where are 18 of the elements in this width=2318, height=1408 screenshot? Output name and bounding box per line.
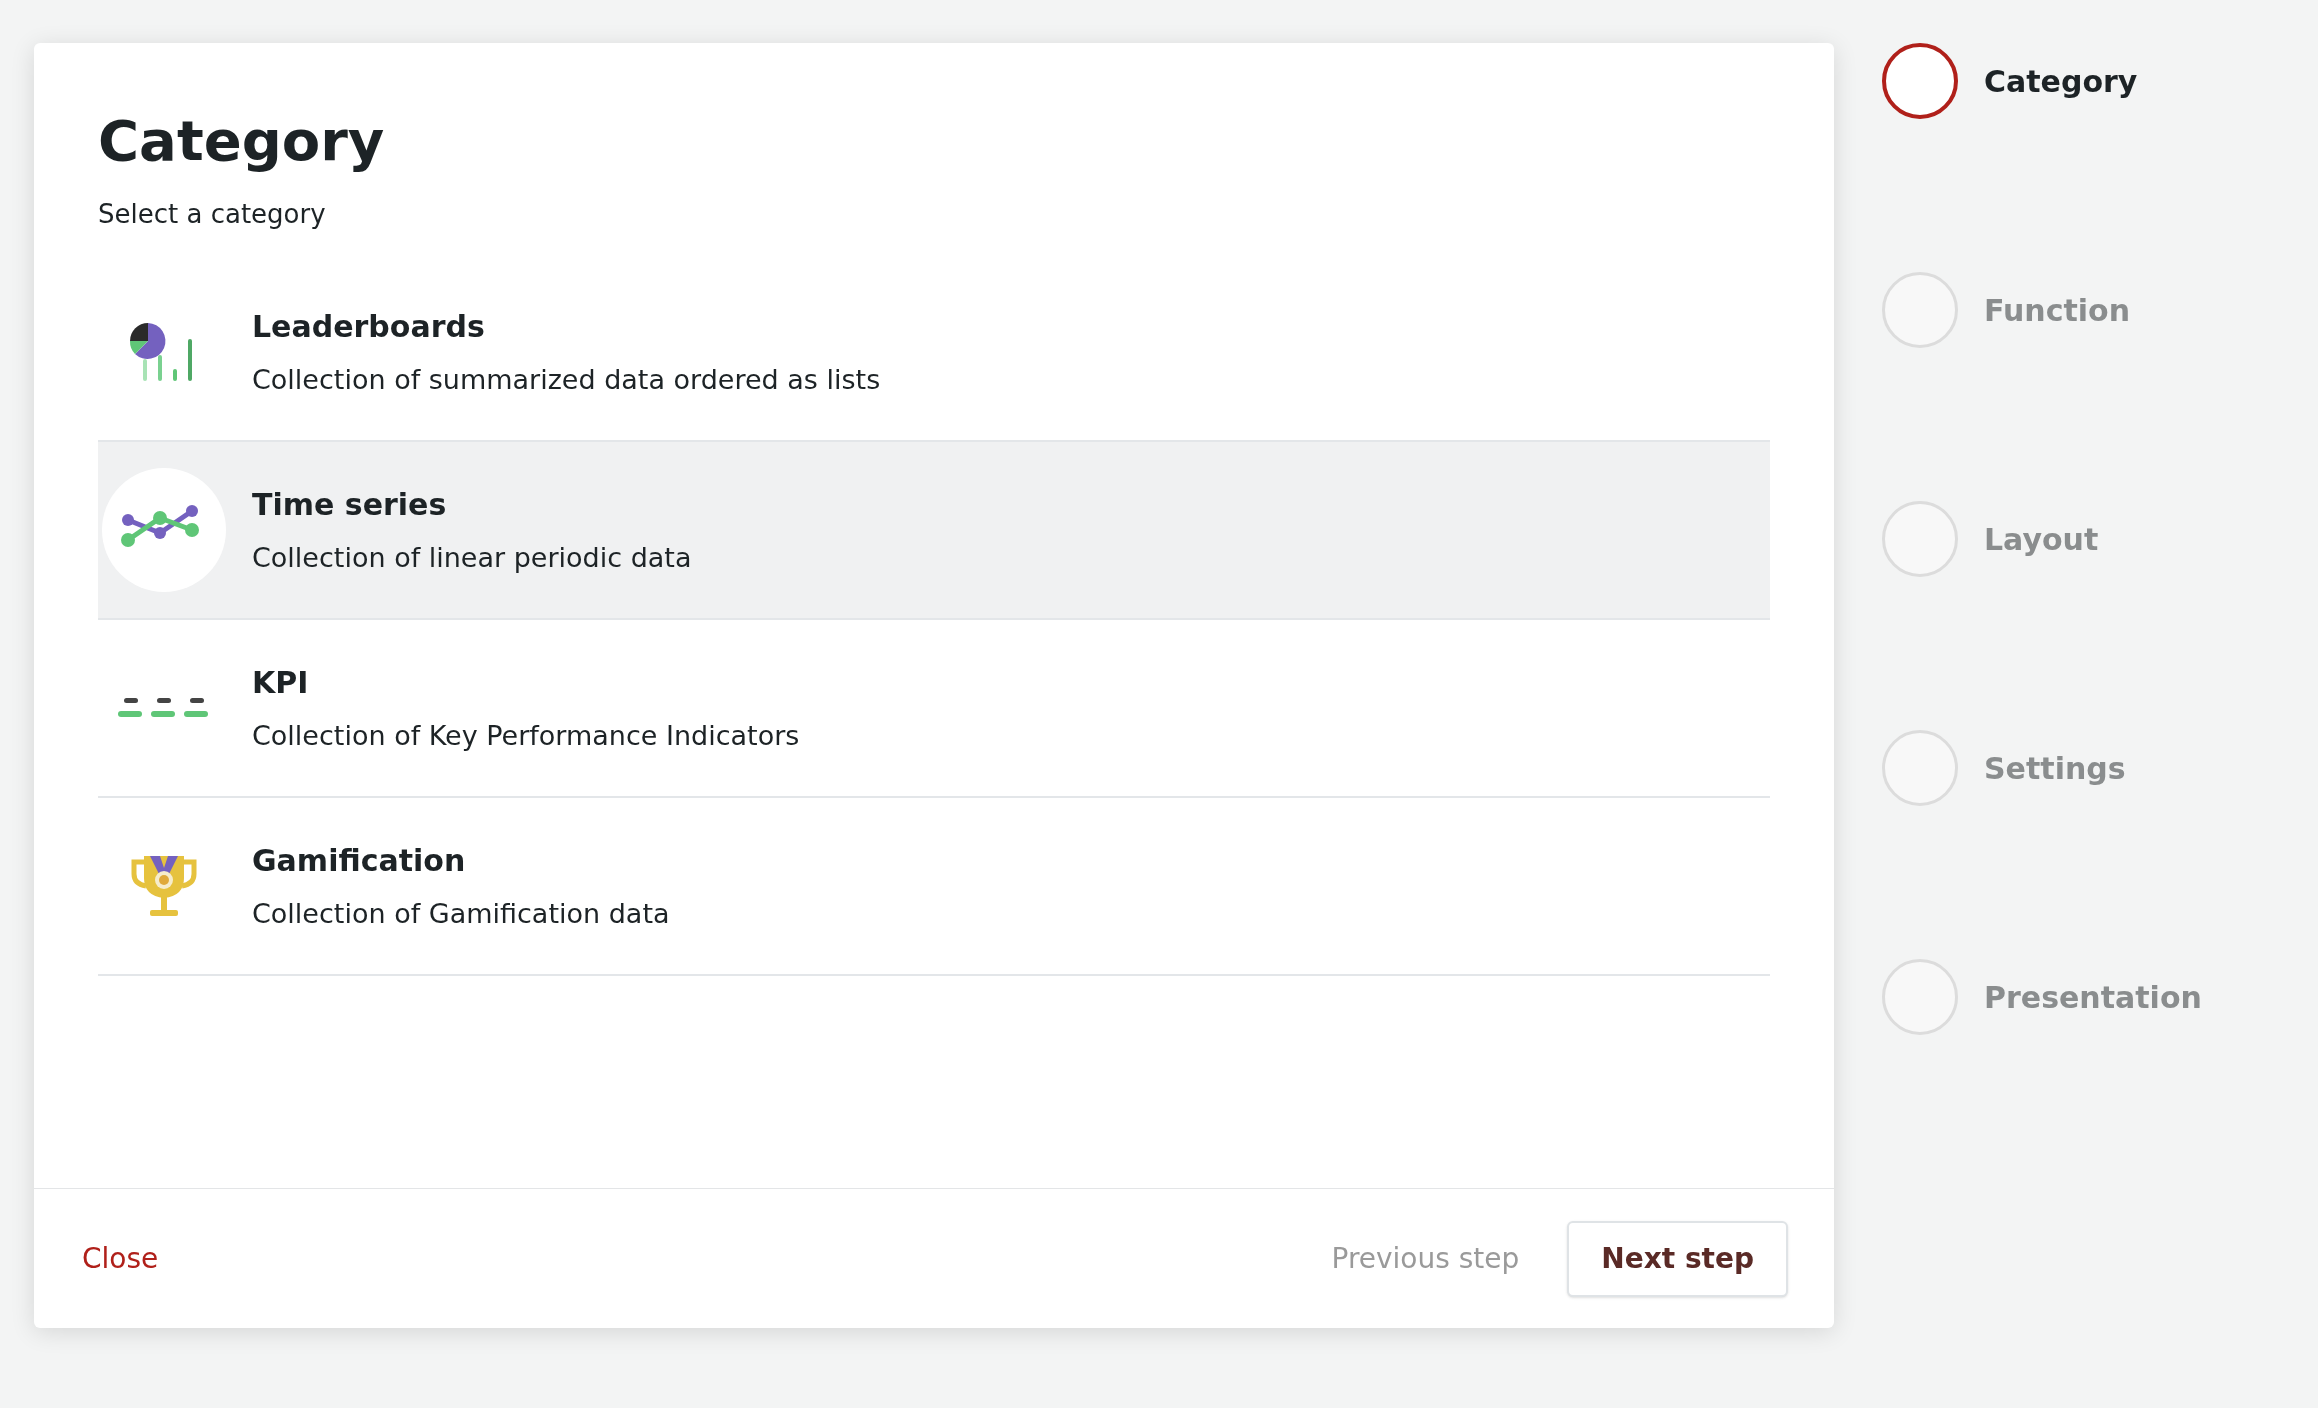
category-description: Collection of Key Performance Indicators <box>252 721 800 749</box>
close-button[interactable]: Close <box>82 1237 159 1280</box>
step-label: Function <box>1984 291 2131 330</box>
category-title: Gamification <box>252 845 467 876</box>
step-label: Category <box>1984 62 2138 101</box>
step-label: Presentation <box>1984 978 2202 1017</box>
category-list-item[interactable]: Time series Collection of linear periodic data <box>98 442 1770 620</box>
dashes-icon <box>118 698 210 718</box>
category-description: Collection of Gamification data <box>252 899 670 927</box>
next-step-button[interactable]: Next step <box>1567 1220 1788 1297</box>
step-label: Layout <box>1984 520 2099 559</box>
category-title: Time series <box>252 489 448 520</box>
category-description: Collection of linear periodic data <box>252 543 692 571</box>
category-title: Leaderboards <box>252 311 486 342</box>
step-label: Settings <box>1984 749 2126 788</box>
dialog-subtitle: Select a category <box>98 198 327 231</box>
category-description: Collection of summarized data ordered as lists <box>252 365 881 393</box>
category-title: KPI <box>252 667 310 698</box>
